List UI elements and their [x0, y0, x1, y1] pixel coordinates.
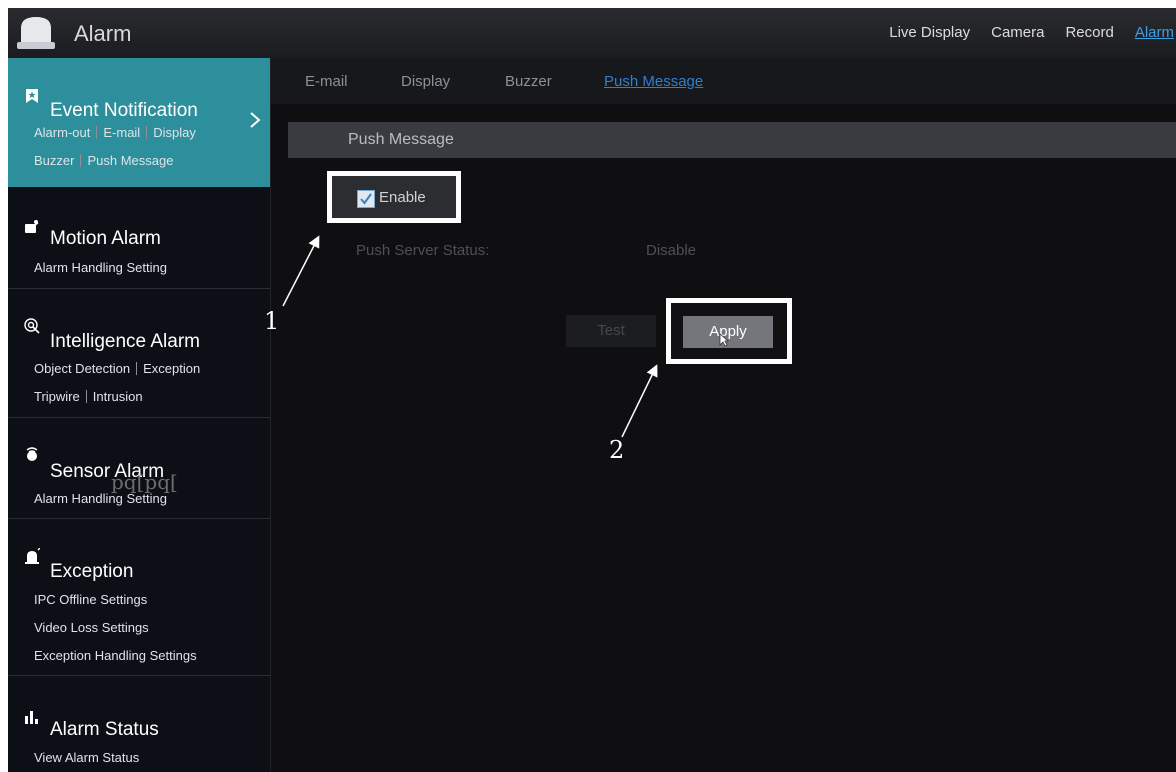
siren-icon	[25, 548, 40, 564]
sublink-alarm-out[interactable]: Alarm-out	[34, 125, 90, 140]
sidebar-item-motion-alarm[interactable]: Motion Alarm Alarm Handling Setting	[8, 187, 270, 289]
checkmark-icon	[360, 193, 372, 205]
section-title: Push Message	[348, 131, 454, 148]
sublink-alarm-handling-setting[interactable]: Alarm Handling Setting	[34, 260, 167, 275]
nav-record[interactable]: Record	[1065, 24, 1113, 41]
app-window: Alarm Live Display Camera Record Alarm E…	[8, 8, 1176, 772]
nav-camera[interactable]: Camera	[991, 24, 1044, 41]
annotation-number-1: 1	[264, 307, 280, 335]
sidebar-subline: Tripwire Intrusion	[34, 389, 143, 404]
alarm-bell-icon	[17, 17, 55, 49]
app-header: Alarm Live Display Camera Record Alarm	[8, 8, 1176, 59]
sidebar-item-label: Alarm Status	[50, 719, 159, 740]
sidebar: Event Notification Alarm-out E-mail Displa…	[8, 58, 271, 772]
tab-buzzer[interactable]: Buzzer	[505, 73, 552, 90]
sublink-buzzer[interactable]: Buzzer	[34, 153, 74, 168]
enable-label: Enable	[379, 189, 426, 206]
push-server-status-label: Push Server Status:	[356, 242, 490, 259]
nav-live-display[interactable]: Live Display	[889, 24, 970, 41]
enable-checkbox[interactable]	[357, 190, 375, 208]
intelligence-target-icon	[24, 318, 40, 334]
sublink-exception[interactable]: Exception	[143, 361, 200, 376]
apply-highlight-box: Apply	[666, 298, 792, 364]
mouse-cursor-icon	[719, 333, 729, 347]
sidebar-item-event-notification[interactable]: Event Notification Alarm-out E-mail Displa…	[8, 58, 270, 187]
sidebar-item-label: Intelligence Alarm	[50, 331, 200, 352]
sublink-intrusion[interactable]: Intrusion	[93, 389, 143, 404]
annotation-number-2: 2	[609, 436, 625, 464]
sensor-icon	[26, 447, 38, 461]
watermark-text: pq[pq[	[111, 470, 178, 494]
sidebar-item-sensor-alarm[interactable]: Sensor Alarm Alarm Handling Setting	[8, 417, 270, 519]
enable-highlight-box: Enable	[327, 171, 461, 223]
chevron-right-icon	[250, 112, 261, 128]
sidebar-item-alarm-status[interactable]: Alarm Status View Alarm Status	[8, 675, 270, 772]
sublink-video-loss-settings[interactable]: Video Loss Settings	[34, 620, 149, 635]
sublink-exception-handling-settings[interactable]: Exception Handling Settings	[34, 648, 197, 663]
sidebar-item-exception[interactable]: Exception IPC Offline Settings Video Los…	[8, 518, 270, 676]
sublink-email[interactable]: E-mail	[103, 125, 140, 140]
tab-bar: E-mail Display Buzzer Push Message	[271, 58, 1176, 104]
sublink-view-alarm-status[interactable]: View Alarm Status	[34, 750, 139, 765]
test-button[interactable]: Test	[566, 315, 656, 347]
sidebar-subline: Object Detection Exception	[34, 361, 200, 376]
sidebar-subline: Buzzer Push Message	[34, 153, 173, 168]
top-nav: Live Display Camera Record Alarm	[868, 24, 1176, 41]
sidebar-item-label: Exception	[50, 561, 134, 582]
nav-alarm[interactable]: Alarm	[1135, 24, 1174, 41]
tab-email[interactable]: E-mail	[305, 73, 348, 90]
sidebar-subline: Alarm-out E-mail Display	[34, 125, 196, 140]
sublink-push-message[interactable]: Push Message	[87, 153, 173, 168]
sublink-object-detection[interactable]: Object Detection	[34, 361, 130, 376]
bar-status-icon	[25, 711, 38, 724]
tab-display[interactable]: Display	[401, 73, 450, 90]
sidebar-item-intelligence-alarm[interactable]: Intelligence Alarm Object Detection Excep…	[8, 288, 270, 418]
motion-running-icon	[25, 220, 39, 233]
sublink-ipc-offline-settings[interactable]: IPC Offline Settings	[34, 592, 147, 607]
sidebar-item-label: Motion Alarm	[50, 228, 161, 249]
section-header: Push Message	[288, 122, 1176, 158]
tab-push-message[interactable]: Push Message	[604, 73, 703, 90]
page-title: Alarm	[74, 21, 132, 46]
push-server-status-value: Disable	[646, 242, 697, 259]
sublink-tripwire[interactable]: Tripwire	[34, 389, 80, 404]
sidebar-item-label: Event Notification	[50, 100, 198, 121]
sublink-display[interactable]: Display	[153, 125, 196, 140]
bookmark-star-icon	[26, 89, 38, 103]
main-panel: E-mail Display Buzzer Push Message Push …	[271, 58, 1176, 772]
